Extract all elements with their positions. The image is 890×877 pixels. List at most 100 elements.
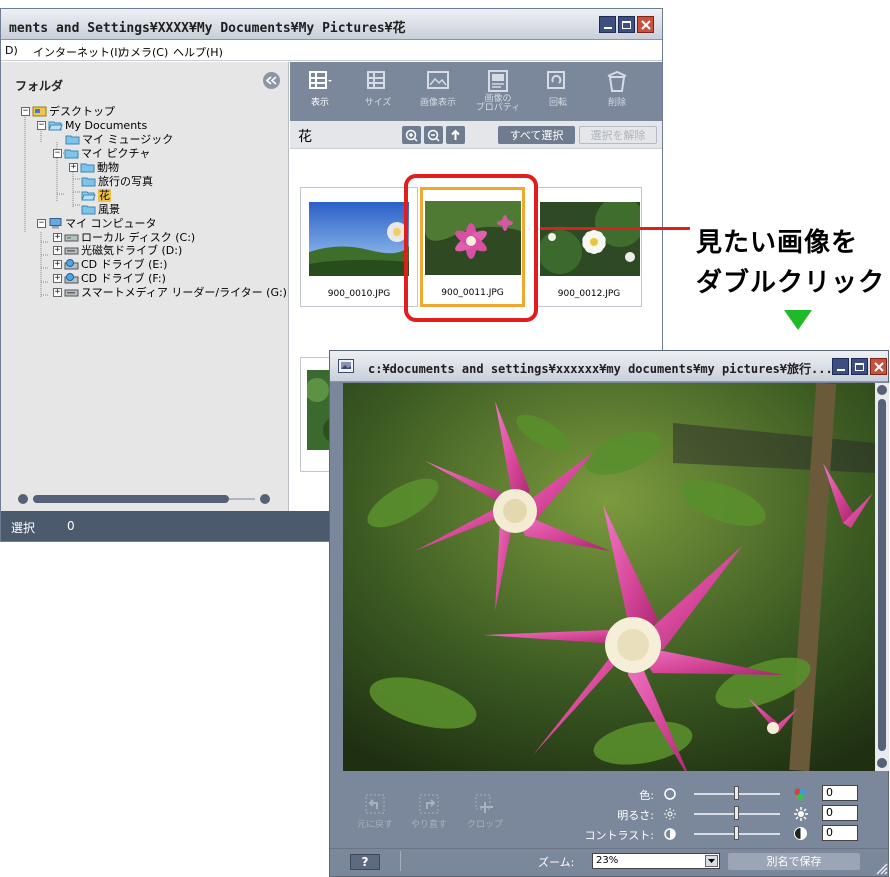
tree-item-flowers[interactable]: 花 (81, 189, 111, 202)
tree-item-cd-e[interactable]: + CD ドライブ (E:) (53, 258, 167, 271)
chevron-down-icon[interactable] (705, 855, 718, 867)
tree-item-landscape[interactable]: 風景 (81, 203, 120, 216)
thumbnail-item[interactable]: 900_0012.JPG (536, 187, 642, 307)
color-high-icon (794, 788, 807, 801)
tree-item-travel[interactable]: 旅行の写真 (81, 175, 153, 188)
view-icon (309, 71, 332, 89)
zoom-out-button[interactable] (424, 126, 443, 144)
viewer-maximize-button[interactable] (851, 358, 868, 375)
maximize-button[interactable] (618, 16, 635, 33)
status-selected-count: 0 (67, 519, 75, 533)
brightness-low-icon (664, 808, 676, 820)
viewer-close-button[interactable] (870, 358, 887, 375)
tree-item-desktop[interactable]: − デスクトップ (21, 105, 115, 118)
contrast-value-input[interactable]: 0 (822, 825, 858, 841)
zoom-in-icon (405, 129, 418, 142)
zoom-in-button[interactable] (402, 126, 421, 144)
horizontal-scrollbar[interactable] (17, 493, 271, 505)
color-low-icon (664, 788, 676, 800)
tree-item-smartmedia[interactable]: + スマートメディア リーダー/ライター (G:) (53, 286, 287, 299)
size-icon (367, 71, 385, 89)
rotate-button[interactable]: 回転 (533, 70, 583, 108)
image-view-button[interactable]: 画像表示 (413, 70, 463, 108)
deselect-button[interactable]: 選択を解除 (579, 126, 657, 144)
close-button[interactable] (637, 16, 654, 33)
menu-camera[interactable]: カメラ(C) (119, 44, 168, 60)
title-bar[interactable]: ments and Settings¥XXXX¥My Documents¥My … (1, 9, 662, 40)
properties-icon (488, 70, 508, 92)
help-button[interactable]: ? (350, 854, 380, 870)
viewer-photo[interactable] (343, 383, 875, 771)
save-as-button[interactable]: 別名で保存 (728, 853, 860, 870)
redo-icon (419, 794, 439, 814)
tree-item-cd-f[interactable]: + CD ドライブ (F:) (53, 272, 166, 285)
minimize-button[interactable] (599, 16, 616, 33)
delete-button[interactable]: 削除 (592, 70, 642, 108)
viewer-separator (400, 851, 401, 871)
viewer-minimize-button[interactable] (832, 358, 849, 375)
menu-tools[interactable]: D) (5, 44, 18, 57)
cd-icon (64, 273, 79, 284)
undo-icon (365, 794, 385, 814)
collapse-toggle[interactable]: − (37, 219, 46, 228)
collapse-toggle[interactable]: − (21, 107, 30, 116)
zoom-select[interactable]: 23% (592, 853, 720, 869)
expand-toggle[interactable]: + (69, 163, 78, 172)
select-all-button[interactable]: すべて選択 (498, 126, 575, 144)
up-folder-button[interactable] (446, 126, 465, 144)
viewer-vertical-scrollbar[interactable] (875, 383, 889, 771)
expand-toggle[interactable]: + (53, 246, 62, 255)
folder-icon (80, 163, 95, 173)
folder-icon (81, 177, 96, 187)
contrast-slider-knob[interactable] (734, 826, 739, 840)
expand-toggle[interactable]: + (53, 260, 62, 269)
tree-item-mo-drive[interactable]: + 光磁気ドライブ (D:) (53, 244, 182, 257)
brightness-slider-knob[interactable] (734, 806, 739, 820)
main-toolbar: 表示 サイズ 画像表示 画像の プロパティ 回転 削除 (290, 62, 662, 121)
highlight-box (404, 174, 538, 322)
size-button[interactable]: サイズ (353, 70, 403, 108)
folder-open-icon (81, 191, 96, 201)
crop-button[interactable]: クロップ (459, 793, 511, 830)
crop-icon (475, 794, 493, 813)
tree-item-my-documents[interactable]: − My Documents (37, 119, 147, 132)
zoom-out-icon (427, 129, 440, 142)
image-properties-button[interactable]: 画像の プロパティ (473, 70, 523, 113)
color-value-input[interactable]: 0 (822, 785, 858, 801)
view-button[interactable]: 表示 (295, 70, 345, 108)
thumbnail-filename: 900_0012.JPG (557, 289, 621, 299)
expand-toggle[interactable]: + (53, 274, 62, 283)
thumbnail-item[interactable]: 900_0010.JPG (300, 187, 418, 307)
collapse-toggle[interactable]: − (53, 149, 62, 158)
collapse-toggle[interactable]: − (37, 121, 46, 130)
color-label: 色: (639, 789, 654, 802)
rotate-icon (547, 71, 565, 89)
thumbnail-filename: 900_0010.JPG (327, 289, 391, 299)
delete-icon (607, 70, 627, 92)
color-slider-knob[interactable] (734, 786, 739, 800)
computer-icon (49, 218, 62, 229)
menu-internet[interactable]: インターネット(I) (33, 44, 122, 60)
image-view-icon (427, 71, 449, 89)
callout-text-line2: ダブルクリック (696, 268, 886, 298)
undo-button[interactable]: 元に戻す (349, 793, 401, 830)
folder-icon (81, 205, 96, 215)
brightness-value-input[interactable]: 0 (822, 805, 858, 821)
zoom-label: ズーム: (538, 856, 575, 869)
expand-toggle[interactable]: + (53, 233, 62, 242)
tree-item-animals[interactable]: + 動物 (69, 161, 119, 174)
menu-help[interactable]: ヘルプ(H) (173, 44, 223, 60)
redo-button[interactable]: やり直す (403, 793, 455, 830)
callout-text-line1: 見たい画像を (696, 228, 859, 258)
up-arrow-icon (451, 129, 460, 140)
folder-icon (65, 135, 80, 145)
tree-item-my-music[interactable]: マイ ミュージック (65, 133, 173, 146)
folder-bar: 花 すべて選択 選択を解除 (290, 121, 662, 149)
viewer-title-bar[interactable]: c:¥documents and settings¥xxxxxx¥my docu… (330, 351, 888, 382)
tree-item-my-computer[interactable]: − マイ コンピュータ (37, 217, 157, 230)
expand-toggle[interactable]: + (53, 288, 62, 297)
resize-grip-icon[interactable] (874, 861, 888, 875)
drive-icon (64, 289, 79, 297)
tree-item-local-disk[interactable]: + ローカル ディスク (C:) (53, 231, 195, 244)
tree-item-my-pictures[interactable]: − マイ ピクチャ (53, 147, 150, 160)
